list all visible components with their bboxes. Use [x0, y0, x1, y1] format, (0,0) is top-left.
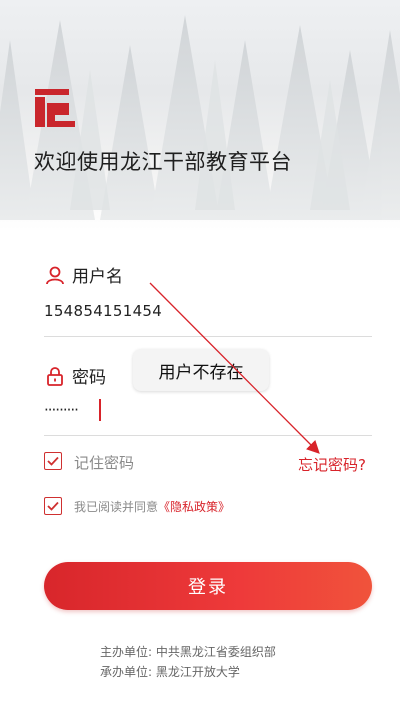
- user-icon: [44, 264, 66, 286]
- footer-co-organizer: 承办单位: 黑龙江开放大学: [100, 665, 240, 679]
- footer-organizer: 主办单位: 中共黑龙江省委组织部: [100, 645, 276, 659]
- login-button[interactable]: 登录: [44, 562, 372, 610]
- remember-label: 记住密码: [74, 454, 135, 472]
- forgot-password-link[interactable]: 忘记密码?: [298, 454, 366, 475]
- check-icon: [47, 501, 59, 511]
- remember-checkbox[interactable]: [44, 452, 62, 470]
- privacy-prefix: 我已阅读并同意: [74, 500, 159, 514]
- error-tooltip: 用户不存在: [133, 349, 269, 391]
- privacy-policy-link[interactable]: 《隐私政策》: [158, 500, 230, 514]
- username-label-row: 用户名: [44, 262, 123, 287]
- privacy-agreement: 我已阅读并同意《隐私政策》: [74, 498, 230, 515]
- password-label-row: 密码: [44, 363, 106, 388]
- password-label: 密码: [72, 368, 106, 388]
- username-underline: [44, 336, 372, 337]
- password-underline: [44, 435, 372, 436]
- welcome-title: 欢迎使用龙江干部教育平台: [34, 150, 292, 174]
- password-input[interactable]: ·········: [44, 401, 79, 419]
- username-label: 用户名: [72, 267, 123, 287]
- logo-icon: [33, 87, 77, 131]
- privacy-checkbox[interactable]: [44, 497, 62, 515]
- check-icon: [47, 456, 59, 466]
- lock-icon: [44, 365, 66, 387]
- username-input[interactable]: 154854151454: [44, 302, 162, 320]
- text-cursor: [99, 399, 101, 421]
